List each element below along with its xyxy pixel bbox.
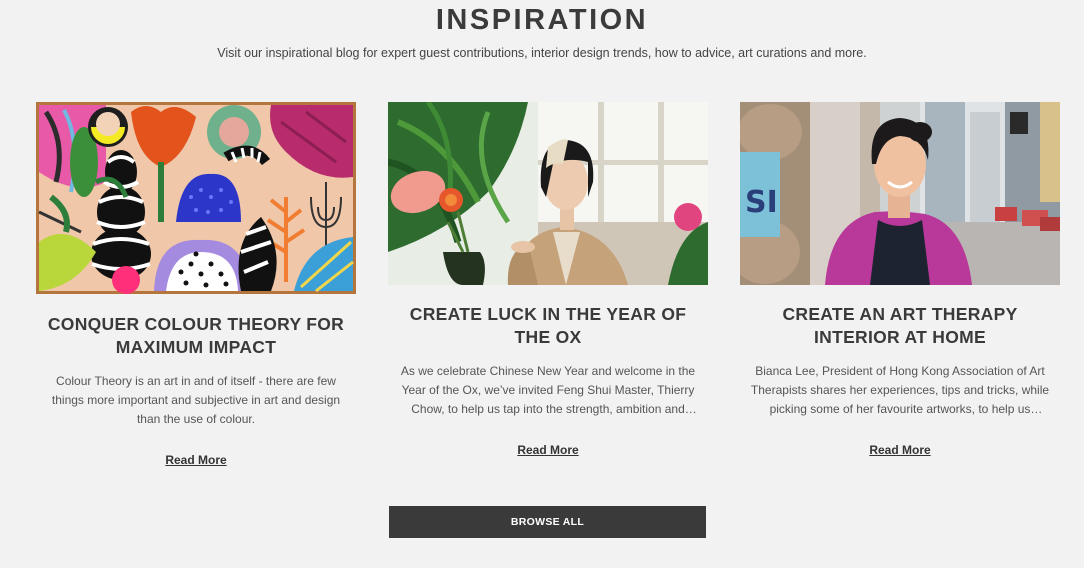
read-more-link[interactable]: Read More (517, 443, 578, 457)
card-title[interactable]: CONQUER COLOUR THEORY FOR MAXIMUM IMPACT (36, 313, 356, 359)
section-title: INSPIRATION (435, 4, 649, 36)
blog-card-art-therapy: SI CREATE AN ART THERAPY INTERIOR AT HOM… (740, 102, 1060, 459)
card-excerpt: As we celebrate Chinese New Year and wel… (400, 364, 696, 416)
blog-card-colour-theory: CONQUER COLOUR THEORY FOR MAXIMUM IMPACT… (36, 102, 356, 469)
section-subtitle: Visit our inspirational blog for expert … (217, 46, 867, 60)
read-more-link[interactable]: Read More (165, 453, 226, 467)
card-image-woman-city[interactable]: SI (740, 102, 1060, 285)
blog-card-year-of-ox: CREATE LUCK IN THE YEAR OF THE OX As we … (388, 102, 708, 459)
card-title[interactable]: CREATE LUCK IN THE YEAR OF THE OX (388, 303, 708, 349)
card-title[interactable]: CREATE AN ART THERAPY INTERIOR AT HOME (740, 303, 1060, 349)
card-image-woman-flowers[interactable] (388, 102, 708, 285)
card-excerpt: Bianca Lee, President of Hong Kong Assoc… (750, 364, 1050, 416)
browse-all-button[interactable]: BROWSE ALL (389, 506, 706, 538)
card-image-colour-painting[interactable] (36, 102, 356, 294)
svg-text:SI: SI (745, 185, 778, 220)
read-more-link[interactable]: Read More (869, 443, 930, 457)
card-excerpt: Colour Theory is an art in and of itself… (51, 374, 341, 426)
